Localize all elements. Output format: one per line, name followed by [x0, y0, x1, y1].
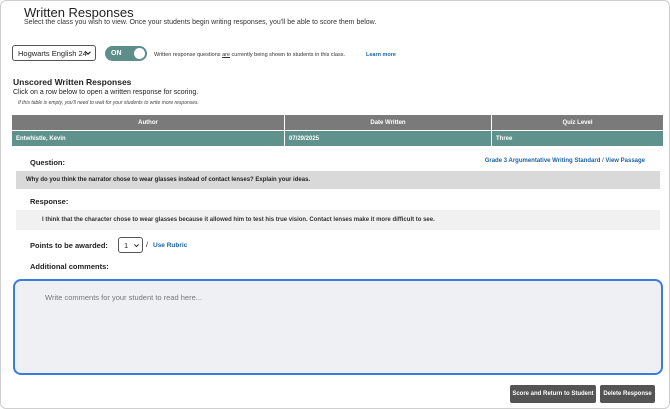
class-select-value: Hogwarts English 24	[18, 48, 87, 58]
toggle-status-note: Written response questions are currently…	[154, 52, 345, 58]
chevron-down-icon	[85, 51, 91, 55]
page-title: Written Responses	[24, 5, 134, 20]
learn-more-link[interactable]: Learn more	[366, 52, 396, 58]
page-subtitle: Select the class you wish to view. Once …	[24, 19, 377, 26]
column-header-date[interactable]: Date Written	[285, 115, 492, 130]
chevron-down-icon	[134, 244, 139, 248]
cell-level: Three	[496, 135, 513, 142]
link-separator: /	[602, 158, 604, 164]
cell-author: Entwhistle, Kevin	[12, 131, 285, 146]
table-header: Author Date Written Quiz Level	[12, 115, 663, 130]
standard-link[interactable]: Grade 3 Argumentative Writing Standard	[485, 158, 601, 164]
points-slash: /	[146, 242, 148, 249]
points-label: Points to be awarded:	[30, 241, 108, 250]
score-and-return-button[interactable]: Score and Return to Student	[510, 385, 596, 403]
question-text: Why do you think the narrator chose to w…	[16, 171, 660, 189]
visibility-toggle[interactable]: ON	[105, 46, 147, 61]
standard-links: Grade 3 Argumentative Writing Standard /…	[485, 158, 645, 164]
view-passage-link[interactable]: View Passage	[605, 158, 645, 164]
unscored-empty-note: If this table is empty, you'll need to w…	[18, 100, 199, 106]
response-label: Response:	[30, 197, 69, 206]
unscored-section-title: Unscored Written Responses	[13, 77, 132, 87]
toggle-note-emphasis: are	[222, 52, 231, 58]
response-text: I think that the character chose to wear…	[16, 210, 660, 230]
use-rubric-link[interactable]: Use Rubric	[153, 242, 187, 249]
toggle-knob	[134, 48, 145, 59]
additional-comments-label: Additional comments:	[30, 262, 109, 271]
toggle-label: ON	[111, 50, 122, 57]
points-select[interactable]: 1	[118, 237, 143, 253]
table-row[interactable]: Entwhistle, Kevin 07/29/2025 Three	[12, 131, 663, 146]
responses-table: Author Date Written Quiz Level Entwhistl…	[12, 115, 663, 146]
comments-textarea[interactable]	[13, 279, 663, 375]
unscored-instruction: Click on a row below to open a written r…	[13, 89, 199, 96]
question-label: Question:	[30, 158, 65, 167]
class-select[interactable]: Hogwarts English 24	[12, 45, 96, 61]
cell-date: 07/29/2025	[285, 131, 492, 146]
column-header-level[interactable]: Quiz Level	[492, 115, 663, 130]
points-value: 1	[124, 240, 129, 250]
column-header-author[interactable]: Author	[12, 115, 285, 130]
delete-response-button[interactable]: Delete Response	[600, 385, 655, 403]
